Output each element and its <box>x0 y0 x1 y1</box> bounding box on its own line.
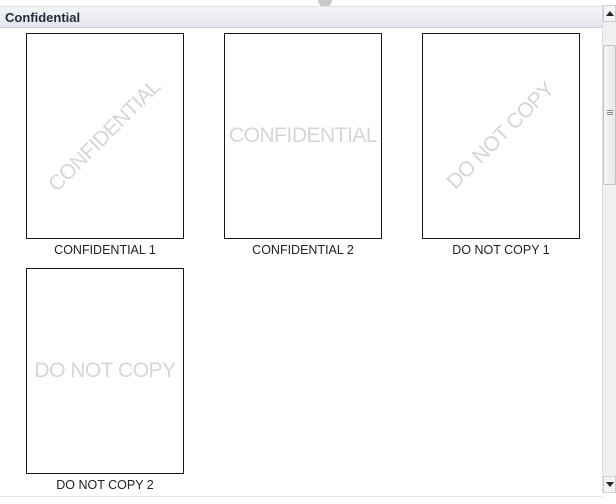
scroll-down-button[interactable] <box>603 476 616 493</box>
watermark-text: CONFIDENTIAL <box>44 75 166 197</box>
gallery-item-label: DO NOT COPY 2 <box>56 478 154 492</box>
section-title: Confidential <box>5 10 81 25</box>
gallery-bottom-border <box>0 496 602 497</box>
section-header: Confidential <box>0 6 602 28</box>
watermark-text: CONFIDENTIAL <box>228 124 378 147</box>
watermark-text: DO NOT COPY <box>442 77 559 194</box>
grip-icon <box>607 110 613 115</box>
page-thumbnail: DO NOT COPY <box>26 268 184 474</box>
vertical-scrollbar[interactable] <box>602 5 616 493</box>
scroll-up-button[interactable] <box>603 5 616 22</box>
gallery-item-label: CONFIDENTIAL 2 <box>252 243 354 257</box>
page-thumbnail: DO NOT COPY <box>422 33 580 239</box>
scroll-thumb[interactable] <box>603 45 616 185</box>
page-thumbnail: CONFIDENTIAL <box>224 33 382 239</box>
watermark-gallery: Confidential CONFIDENTIAL CONFIDENTIAL 1… <box>0 0 602 497</box>
arrow-up-icon <box>606 11 614 16</box>
watermark-text: DO NOT COPY <box>34 359 176 382</box>
page-thumbnail: CONFIDENTIAL <box>26 33 184 239</box>
gallery-item-label: CONFIDENTIAL 1 <box>54 243 156 257</box>
arrow-down-icon <box>606 482 614 487</box>
gallery-item-label: DO NOT COPY 1 <box>452 243 550 257</box>
